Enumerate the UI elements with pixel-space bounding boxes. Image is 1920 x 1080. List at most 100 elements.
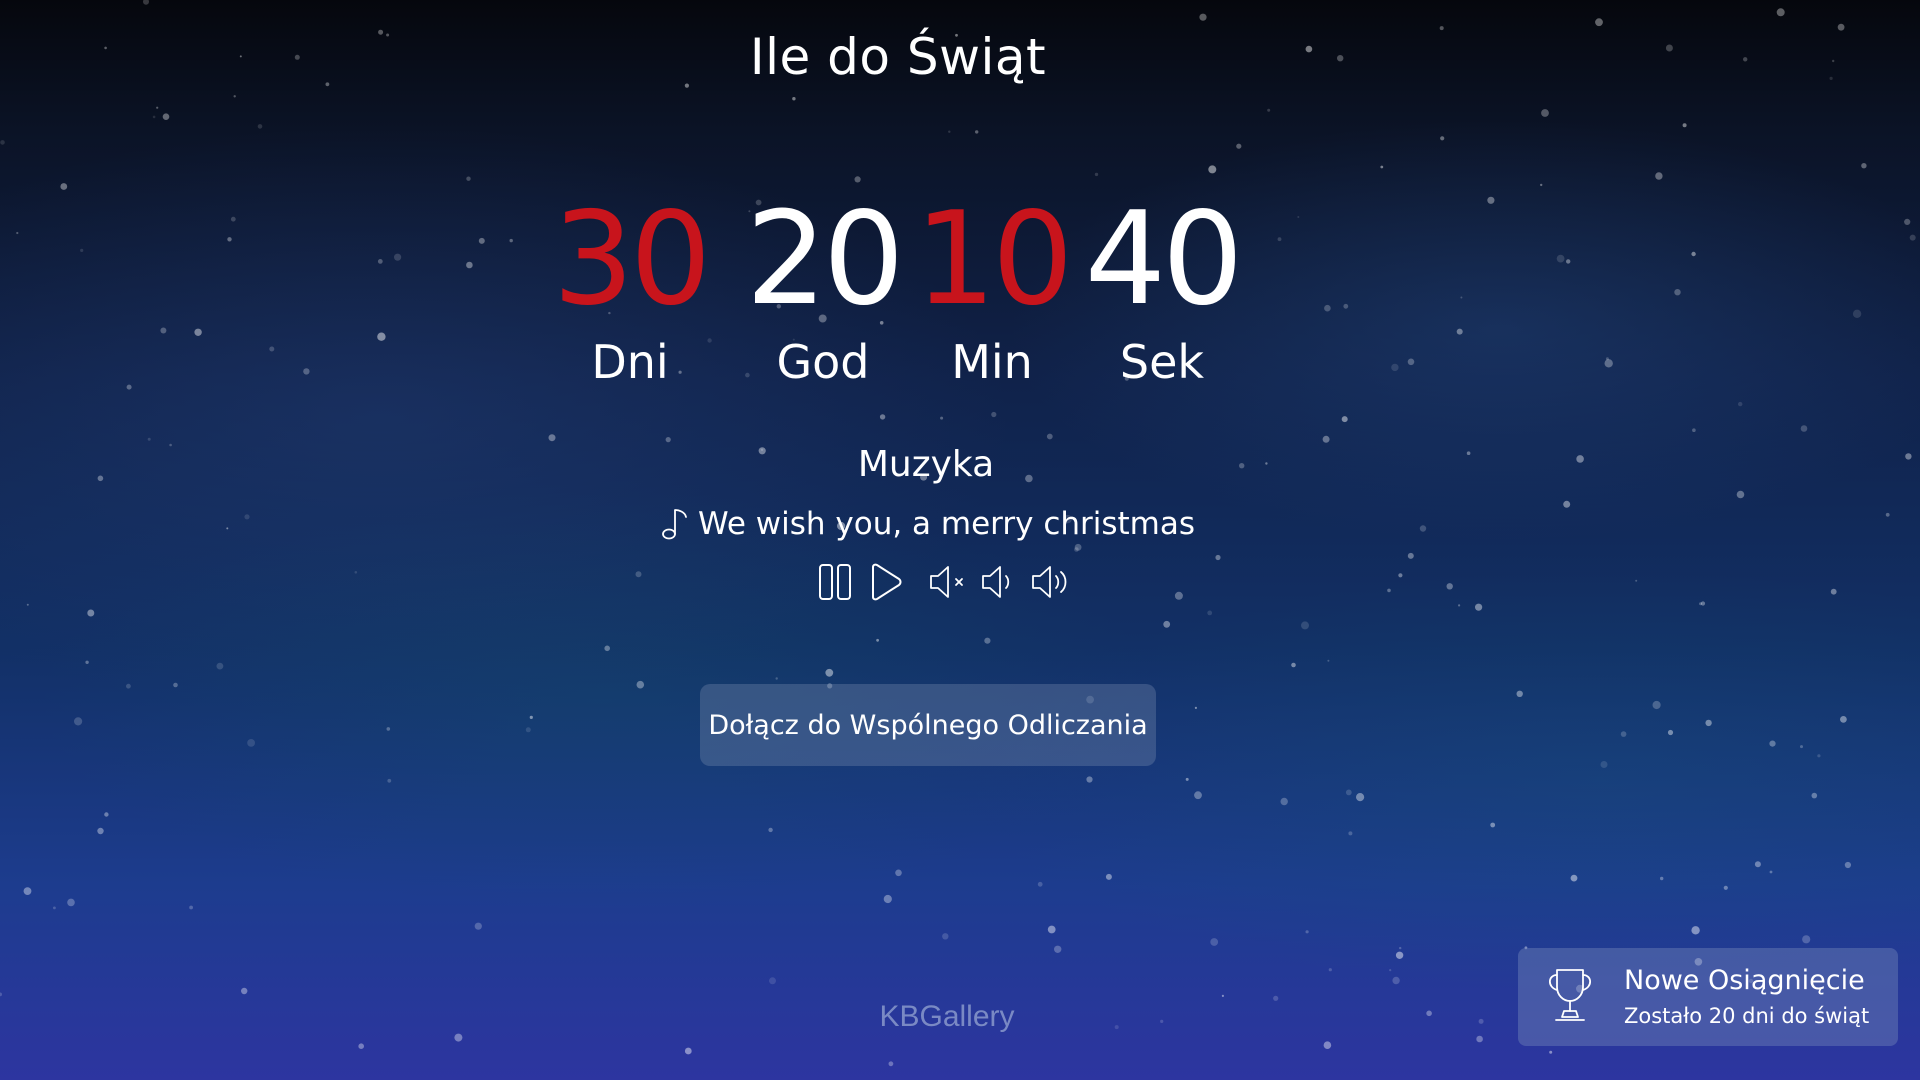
star	[1540, 183, 1543, 187]
star	[269, 346, 275, 352]
star	[769, 977, 776, 985]
track-title: We wish you, a merry christmas	[698, 506, 1196, 542]
star	[1605, 357, 1609, 361]
star	[1387, 588, 1391, 593]
hours-value: 20	[745, 185, 905, 334]
star	[1811, 792, 1818, 799]
star	[1566, 259, 1571, 264]
star	[1852, 309, 1862, 318]
star	[152, 115, 156, 119]
star	[1194, 791, 1202, 800]
star	[1776, 8, 1785, 17]
star	[1738, 401, 1743, 407]
star	[26, 603, 29, 606]
star	[1563, 500, 1571, 508]
star	[1817, 754, 1821, 758]
star	[775, 677, 778, 680]
star	[230, 216, 236, 222]
star	[1769, 870, 1773, 874]
star	[125, 683, 131, 689]
star	[1487, 196, 1495, 204]
star	[233, 95, 236, 98]
star	[1291, 662, 1296, 668]
star	[768, 827, 773, 833]
minutes-value: 10	[914, 185, 1074, 334]
star	[173, 682, 178, 688]
star	[226, 527, 229, 530]
star	[1800, 425, 1808, 432]
star	[244, 514, 250, 520]
star	[0, 992, 2, 997]
star	[1199, 13, 1207, 21]
star	[1280, 797, 1288, 806]
star	[466, 261, 473, 269]
volume-high-icon[interactable]	[1030, 564, 1074, 600]
star	[1392, 976, 1400, 985]
achievement-title: Nowe Osiągnięcie	[1624, 965, 1865, 996]
star	[97, 827, 104, 835]
star	[358, 1043, 365, 1049]
star	[1652, 700, 1661, 710]
star	[1210, 938, 1219, 946]
seconds-label: Sek	[1119, 335, 1205, 389]
star	[1460, 296, 1463, 299]
star	[529, 715, 533, 720]
achievement-toast[interactable]: Nowe Osiągnięcie Zostało 20 dni do świąt	[1518, 948, 1898, 1046]
countdown-seconds: 40 Sek	[1072, 190, 1252, 390]
star	[1476, 1035, 1483, 1043]
star	[636, 680, 645, 689]
star	[1322, 435, 1330, 443]
star	[825, 668, 834, 677]
star	[1909, 234, 1916, 241]
star	[604, 645, 610, 652]
star	[1324, 304, 1331, 312]
star	[1389, 969, 1392, 972]
volume-low-icon[interactable]	[980, 564, 1020, 600]
page-title: Ile do Świąt	[749, 28, 1047, 86]
pause-icon[interactable]	[814, 562, 856, 602]
star	[940, 416, 944, 420]
star	[1185, 777, 1189, 781]
music-note-icon	[660, 506, 690, 542]
star	[1345, 789, 1352, 796]
star	[1207, 610, 1213, 616]
star	[1456, 328, 1463, 335]
star	[883, 894, 892, 904]
volume-mute-icon[interactable]	[928, 564, 972, 600]
star	[0, 140, 5, 145]
star	[1163, 620, 1171, 628]
star	[1395, 951, 1404, 959]
star	[1655, 172, 1663, 180]
star	[1723, 885, 1728, 890]
star	[1267, 108, 1271, 112]
star	[80, 248, 84, 252]
star	[216, 662, 224, 670]
play-icon[interactable]	[866, 563, 906, 601]
star	[879, 414, 886, 420]
countdown-days: 30 Dni	[540, 190, 720, 390]
star	[1885, 512, 1890, 517]
star	[23, 887, 32, 895]
star	[160, 327, 167, 334]
star	[665, 437, 671, 443]
star	[1341, 416, 1348, 423]
star	[1046, 433, 1053, 440]
star	[303, 368, 310, 375]
star	[1475, 603, 1483, 611]
achievement-message: Zostało 20 dni do świąt	[1624, 1004, 1870, 1028]
days-label: Dni	[591, 335, 669, 389]
countdown: 30 Dni 20 God 10 Min 40 Sek	[540, 190, 1260, 400]
star	[1398, 573, 1403, 578]
join-countdown-button[interactable]: Dołącz do Wspólnego Odliczania	[700, 684, 1156, 766]
star	[257, 124, 263, 129]
star	[854, 176, 861, 183]
star	[1301, 621, 1309, 630]
star	[1549, 1050, 1553, 1054]
star	[1832, 59, 1835, 63]
star	[1215, 554, 1221, 561]
star	[1328, 968, 1332, 972]
star	[1604, 359, 1613, 368]
star	[942, 933, 949, 940]
music-track: We wish you, a merry christmas	[660, 502, 1195, 546]
star	[1221, 994, 1224, 998]
